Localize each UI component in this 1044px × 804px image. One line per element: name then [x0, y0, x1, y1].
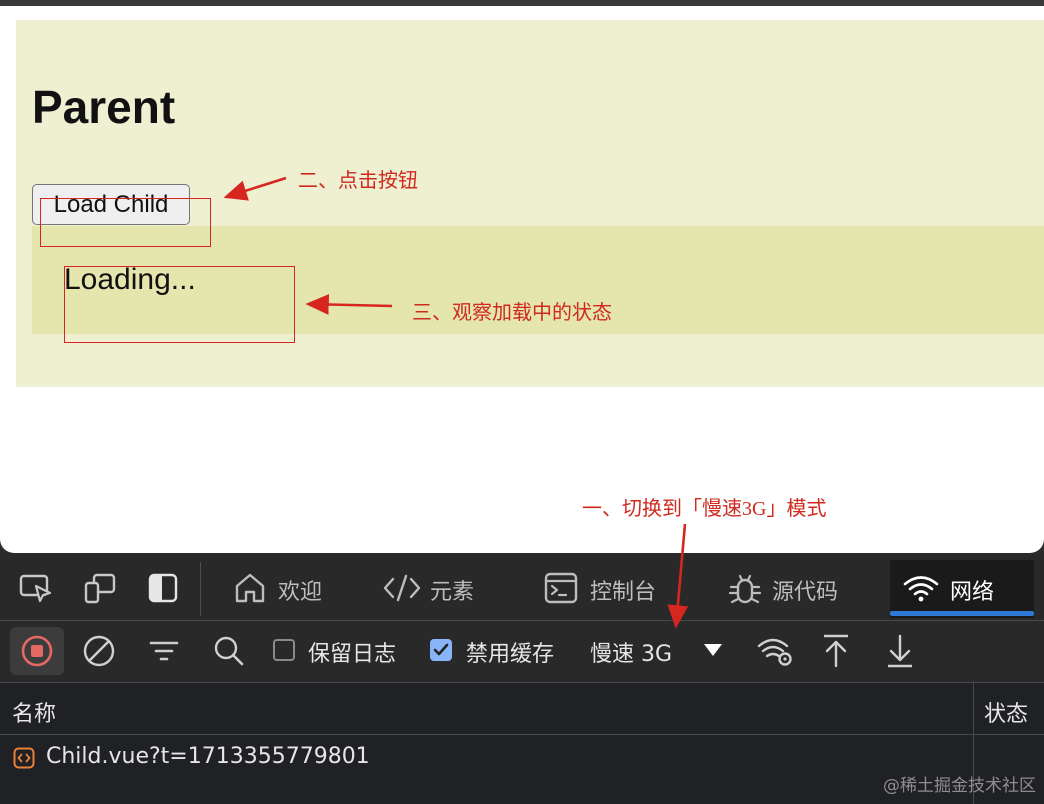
tab-elements[interactable]: 元素	[430, 574, 474, 606]
page-title: Parent	[32, 81, 176, 133]
search-icon[interactable]	[212, 634, 246, 668]
disable-cache-checkbox[interactable]	[430, 639, 452, 661]
preserve-log-label: 保留日志	[308, 642, 397, 667]
annotation-box-loading	[64, 266, 295, 343]
filter-icon[interactable]	[148, 636, 180, 666]
chevron-down-icon[interactable]	[702, 641, 724, 659]
tab-active-indicator	[890, 611, 1034, 616]
annotation-box-button	[40, 198, 211, 247]
annotation-step3: 三、观察加载中的状态	[412, 302, 612, 324]
disable-cache-label: 禁用缓存	[466, 642, 555, 667]
home-icon[interactable]	[232, 570, 268, 606]
checkmark-icon	[433, 643, 449, 656]
throttling-select[interactable]: 慢速 3G	[590, 636, 672, 668]
export-har-icon[interactable]	[884, 632, 916, 670]
wifi-icon[interactable]	[902, 572, 940, 604]
code-tag-icon[interactable]	[382, 572, 422, 604]
record-stop-icon[interactable]	[20, 634, 54, 668]
annotation-step1: 一、切换到「慢速3G」模式	[582, 498, 827, 520]
tab-welcome[interactable]: 欢迎	[278, 574, 322, 606]
bug-icon[interactable]	[726, 569, 764, 607]
tab-sources[interactable]: 源代码	[772, 574, 838, 606]
dock-side-icon[interactable]	[146, 572, 180, 604]
tab-console[interactable]: 控制台	[590, 574, 656, 606]
column-header-status[interactable]: 状态	[984, 696, 1028, 728]
import-har-icon[interactable]	[820, 632, 852, 670]
inspect-icon[interactable]	[18, 572, 54, 604]
device-toggle-icon[interactable]	[82, 570, 118, 606]
network-conditions-icon[interactable]	[756, 634, 794, 668]
vue-file-icon	[12, 746, 36, 770]
annotation-step2: 二、点击按钮	[298, 170, 418, 192]
preserve-log-checkbox[interactable]	[273, 639, 295, 661]
toolbar-separator	[200, 562, 201, 616]
watermark: @稀土掘金技术社区	[883, 776, 1036, 796]
console-icon[interactable]	[544, 572, 578, 604]
tab-network[interactable]: 网络	[950, 574, 994, 606]
header-divider	[0, 734, 1044, 735]
clear-icon[interactable]	[82, 634, 116, 668]
table-row[interactable]: Child.vue?t=1713355779801	[46, 744, 370, 769]
column-header-name[interactable]: 名称	[12, 696, 56, 728]
